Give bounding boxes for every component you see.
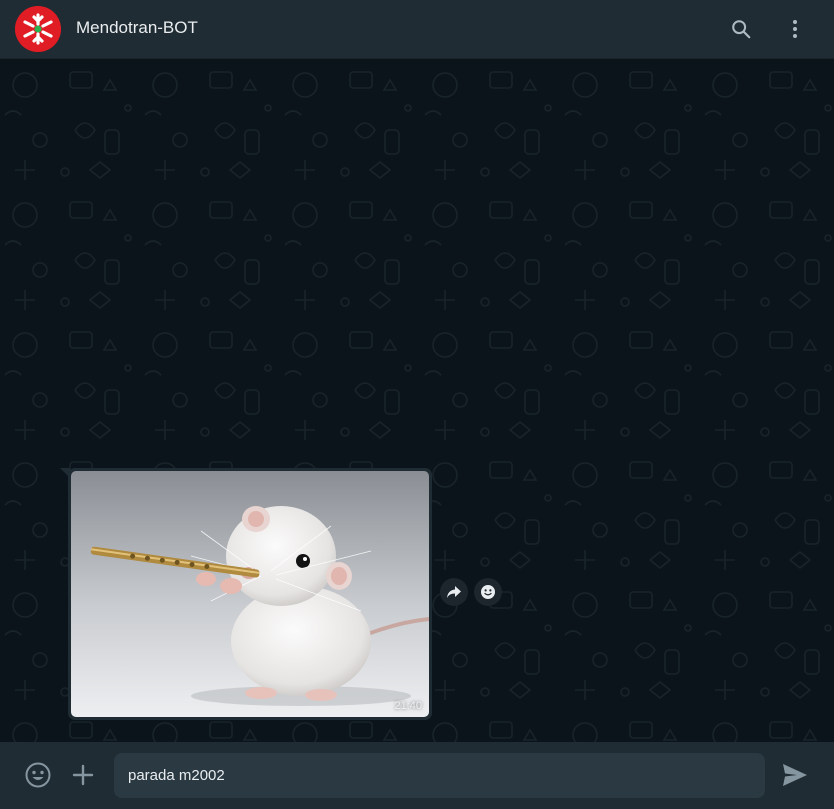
message-time: 21:40: [394, 700, 422, 712]
kebab-menu-icon: [793, 20, 797, 38]
menu-button[interactable]: [778, 12, 812, 46]
smiley-icon: [481, 585, 495, 599]
chat-header: Mendotran-BOT: [0, 0, 834, 59]
forward-arrow-icon: [447, 586, 461, 598]
rat-playing-flute-photo: [71, 471, 429, 717]
message-photo[interactable]: 21:40: [71, 471, 429, 717]
emoji-icon: [25, 762, 51, 788]
plus-icon: [72, 764, 94, 786]
attach-button[interactable]: [68, 760, 98, 790]
mendotran-logo-icon: [15, 6, 61, 52]
message-input[interactable]: [114, 753, 765, 798]
send-icon: [783, 764, 807, 786]
avatar[interactable]: [15, 6, 61, 52]
send-button[interactable]: [780, 760, 810, 790]
search-icon: [732, 20, 751, 39]
composer-bar: [0, 742, 834, 809]
chat-title[interactable]: Mendotran-BOT: [76, 17, 198, 39]
search-button[interactable]: [724, 12, 758, 46]
emoji-button[interactable]: [23, 760, 53, 790]
image-message-bubble[interactable]: 21:40: [68, 468, 432, 720]
chat-background: 21:40: [0, 60, 834, 742]
react-button[interactable]: [474, 578, 502, 606]
forward-button[interactable]: [440, 578, 468, 606]
